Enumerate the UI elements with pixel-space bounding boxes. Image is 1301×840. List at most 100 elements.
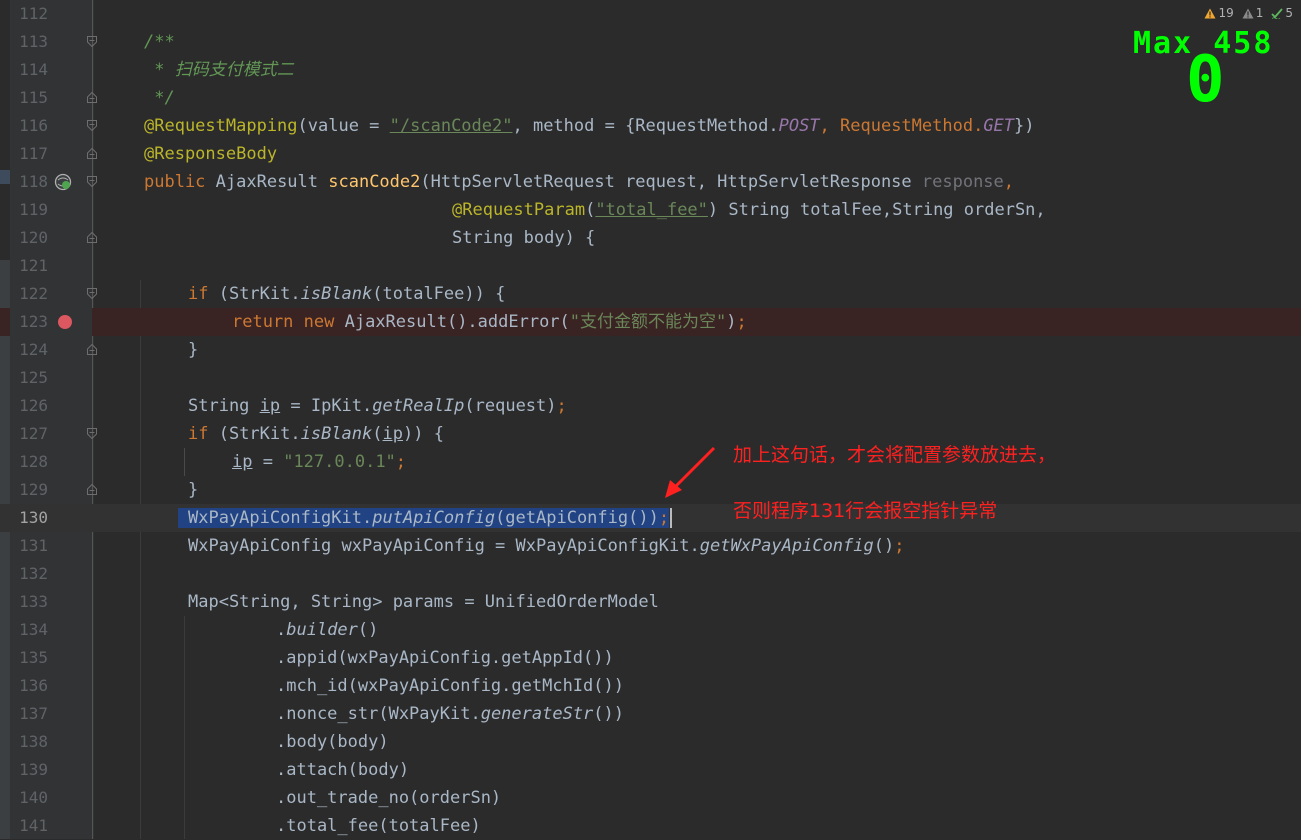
- line-number: 117: [19, 144, 48, 163]
- code-line[interactable]: 140 .out_trade_no(orderSn): [0, 784, 1301, 812]
- code-text: }: [188, 480, 199, 500]
- line-number: 128: [19, 452, 48, 471]
- code-text: public AjaxResult scanCode2(HttpServletR…: [144, 172, 1015, 192]
- code-text: /**: [144, 28, 175, 56]
- code-line[interactable]: 139 .attach(body): [0, 756, 1301, 784]
- line-number: 131: [19, 536, 48, 555]
- code-line[interactable]: 119 @RequestParam("total_fee") String to…: [0, 196, 1301, 224]
- fold-icon[interactable]: [87, 176, 97, 187]
- code-line[interactable]: 115 */: [0, 84, 1301, 112]
- code-line[interactable]: 114 * 扫码支付模式二: [0, 56, 1301, 84]
- code-line[interactable]: 121: [0, 252, 1301, 280]
- code-line[interactable]: 122 if (StrKit.isBlank(totalFee)) {: [0, 280, 1301, 308]
- code-text: .appid(wxPayApiConfig.getAppId()): [276, 648, 614, 668]
- code-line[interactable]: 131 WxPayApiConfig wxPayApiConfig = WxPa…: [0, 532, 1301, 560]
- code-text: if (StrKit.isBlank(ip)) {: [188, 424, 444, 444]
- annotation-note-line2: 否则程序131行会报空指针异常: [733, 500, 998, 522]
- code-text: String body) {: [452, 228, 596, 248]
- weak-warnings-count: 1: [1255, 6, 1264, 20]
- fold-end-icon[interactable]: [87, 232, 97, 243]
- fold-end-icon[interactable]: [87, 344, 97, 355]
- code-line[interactable]: 141 .total_fee(totalFee): [0, 812, 1301, 840]
- code-line-current[interactable]: 130 WxPayApiConfigKit.putApiConfig(getAp…: [0, 504, 1301, 532]
- overlay-counter: 0: [1186, 43, 1225, 117]
- code-text: .mch_id(wxPayApiConfig.getMchId()): [276, 676, 624, 696]
- code-line[interactable]: 138 .body(body): [0, 728, 1301, 756]
- warnings-count: 19: [1218, 6, 1234, 20]
- code-line[interactable]: 118 public AjaxResult scanCode2(HttpServ…: [0, 168, 1301, 196]
- annotation-arrow-icon: [665, 446, 716, 498]
- code-line[interactable]: 112: [0, 0, 1301, 28]
- line-number: 133: [19, 592, 48, 611]
- warning-icon: [1204, 8, 1216, 18]
- fold-end-icon[interactable]: [87, 484, 97, 495]
- code-text: .total_fee(totalFee): [276, 816, 481, 836]
- fold-end-icon[interactable]: [87, 92, 97, 103]
- code-line[interactable]: 132: [0, 560, 1301, 588]
- code-text: WxPayApiConfigKit.putApiConfig(getApiCon…: [178, 504, 673, 532]
- warnings-indicator[interactable]: 19: [1204, 6, 1234, 20]
- typos-count: 5: [1285, 6, 1293, 20]
- code-line[interactable]: 120 String body) {: [0, 224, 1301, 252]
- line-number: 132: [19, 564, 48, 583]
- code-text: @ResponseBody: [144, 144, 278, 164]
- code-text: * 扫码支付模式二: [144, 56, 294, 84]
- weak-warnings-indicator[interactable]: 1: [1242, 6, 1264, 20]
- code-line[interactable]: 127 if (StrKit.isBlank(ip)) {: [0, 420, 1301, 448]
- code-line[interactable]: 137 .nonce_str(WxPayKit.generateStr()): [0, 700, 1301, 728]
- code-text: .body(body): [276, 732, 389, 752]
- code-line[interactable]: 117 @ResponseBody: [0, 140, 1301, 168]
- fold-icon[interactable]: [87, 288, 97, 299]
- code-line[interactable]: 129 }: [0, 476, 1301, 504]
- typo-check-icon: [1271, 7, 1284, 19]
- code-line[interactable]: 113 /**: [0, 28, 1301, 56]
- code-text: ip = "127.0.0.1";: [232, 452, 407, 472]
- code-line-breakpoint[interactable]: 123 return new AjaxResult().addError("支付…: [0, 308, 1301, 336]
- code-text: return new AjaxResult().addError("支付金额不能…: [232, 312, 747, 332]
- line-number: 116: [19, 116, 48, 135]
- code-text: Map<String, String> params = UnifiedOrde…: [188, 592, 659, 612]
- selection[interactable]: WxPayApiConfigKit.putApiConfig(getApiCon…: [178, 508, 670, 528]
- fold-icon[interactable]: [87, 36, 97, 47]
- inspection-widget[interactable]: 19 1 5: [1204, 4, 1293, 22]
- code-line[interactable]: 135 .appid(wxPayApiConfig.getAppId()): [0, 644, 1301, 672]
- line-number: 138: [19, 732, 48, 751]
- annotation-note-line1: 加上这句话，才会将配置参数放进去，: [733, 444, 1057, 466]
- line-number: 121: [19, 256, 48, 275]
- code-text: String ip = IpKit.getRealIp(request);: [188, 396, 567, 416]
- line-number: 141: [19, 816, 48, 835]
- code-text: .attach(body): [276, 760, 410, 780]
- line-number: 129: [19, 480, 48, 499]
- code-line[interactable]: 133 Map<String, String> params = Unified…: [0, 588, 1301, 616]
- code-line[interactable]: 134 .builder(): [0, 616, 1301, 644]
- code-text: @RequestMapping(value = "/scanCode2", me…: [144, 116, 1035, 136]
- code-text: .nonce_str(WxPayKit.generateStr()): [276, 704, 625, 724]
- fold-icon[interactable]: [87, 428, 97, 439]
- line-number: 140: [19, 788, 48, 807]
- line-number: 125: [19, 368, 48, 387]
- code-line[interactable]: 128 ip = "127.0.0.1";: [0, 448, 1301, 476]
- fold-end-icon[interactable]: [87, 148, 97, 159]
- code-line[interactable]: 124 }: [0, 336, 1301, 364]
- web-endpoint-icon[interactable]: [54, 173, 72, 191]
- line-number: 120: [19, 228, 48, 247]
- line-number: 124: [19, 340, 48, 359]
- line-number: 119: [19, 200, 48, 219]
- line-number: 130: [19, 508, 48, 527]
- code-text: .out_trade_no(orderSn): [276, 788, 502, 808]
- weak-warning-icon: [1242, 8, 1254, 18]
- code-line[interactable]: 125: [0, 364, 1301, 392]
- line-number: 115: [19, 88, 48, 107]
- code-line[interactable]: 116 @RequestMapping(value = "/scanCode2"…: [0, 112, 1301, 140]
- text-caret: [670, 508, 673, 528]
- code-line[interactable]: 136 .mch_id(wxPayApiConfig.getMchId()): [0, 672, 1301, 700]
- fold-icon[interactable]: [87, 120, 97, 131]
- comment: */: [144, 88, 175, 108]
- comment: * 扫码支付模式二: [144, 60, 294, 80]
- breakpoint-icon[interactable]: [58, 315, 72, 329]
- code-line[interactable]: 126 String ip = IpKit.getRealIp(request)…: [0, 392, 1301, 420]
- code-editor[interactable]: 112 113 /** 114 * 扫码支付模式二 115 */ 116 @Re…: [0, 0, 1301, 839]
- typos-indicator[interactable]: 5: [1271, 6, 1293, 20]
- line-number: 135: [19, 648, 48, 667]
- line-number: 112: [19, 4, 48, 23]
